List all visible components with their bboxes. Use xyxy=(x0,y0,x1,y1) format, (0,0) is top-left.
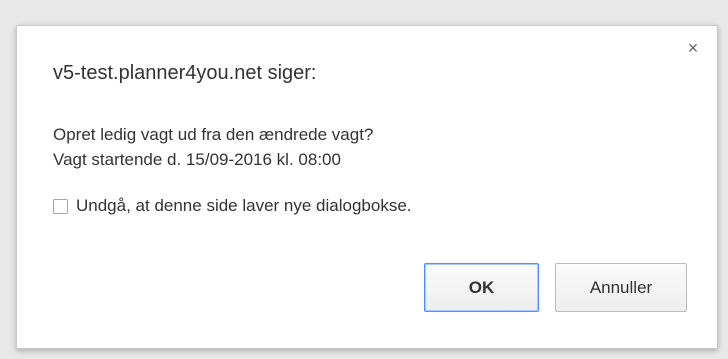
suppress-dialogs-option[interactable]: Undgå, at denne side laver nye dialogbok… xyxy=(53,196,412,216)
message-line-2: Vagt startende d. 15/09-2016 kl. 08:00 xyxy=(53,150,341,169)
dialog-message: Opret ledig vagt ud fra den ændrede vagt… xyxy=(53,122,373,172)
alert-dialog: × v5-test.planner4you.net siger: Opret l… xyxy=(16,25,718,349)
suppress-dialogs-checkbox[interactable] xyxy=(53,198,68,214)
cancel-button[interactable]: Annuller xyxy=(555,263,687,312)
dialog-buttons: OK Annuller xyxy=(424,263,687,312)
close-icon[interactable]: × xyxy=(685,39,701,57)
message-line-1: Opret ledig vagt ud fra den ændrede vagt… xyxy=(53,125,374,144)
ok-button[interactable]: OK xyxy=(424,263,539,312)
dialog-title: v5-test.planner4you.net siger: xyxy=(53,62,317,84)
suppress-dialogs-label[interactable]: Undgå, at denne side laver nye dialogbok… xyxy=(76,196,412,216)
